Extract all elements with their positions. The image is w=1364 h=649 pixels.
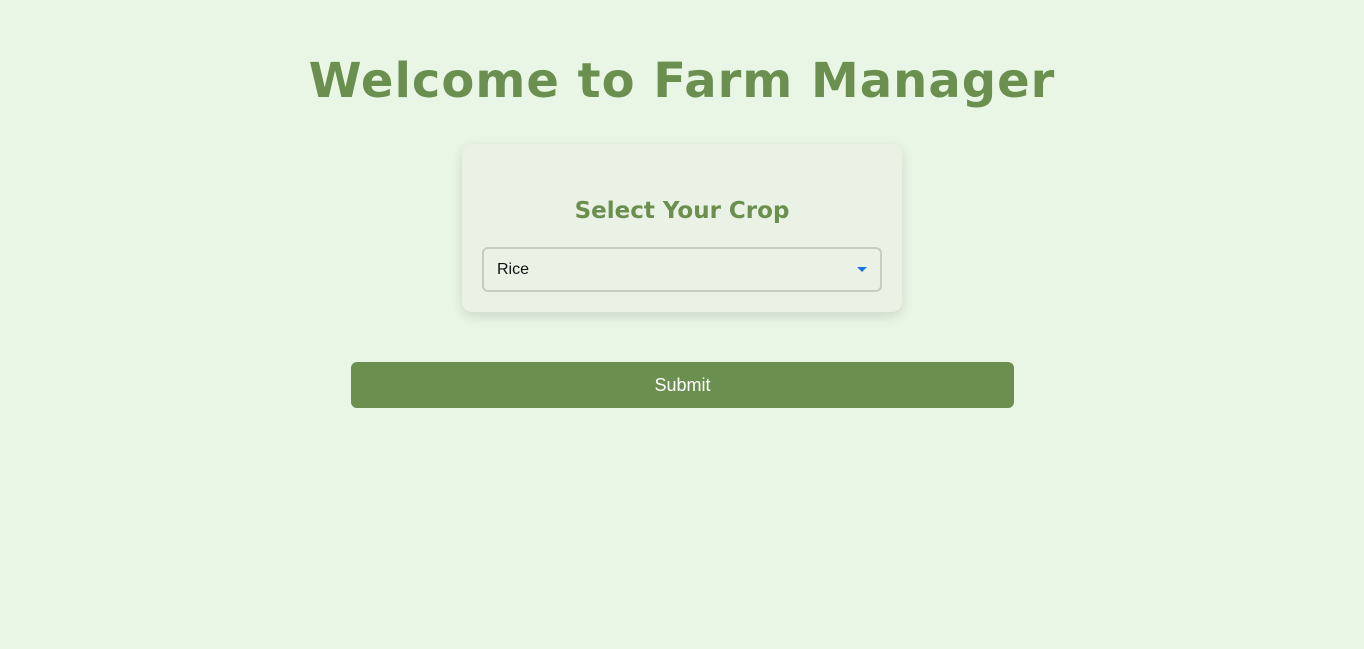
card-title: Select Your Crop [574, 198, 790, 224]
page-title: Welcome to Farm Manager [308, 53, 1056, 109]
crop-selection-card: Select Your Crop Rice [462, 144, 902, 312]
crop-select-value: Rice [497, 261, 530, 278]
chevron-down-icon [857, 267, 867, 272]
crop-select[interactable]: Rice [482, 247, 882, 292]
submit-button[interactable]: Submit [351, 362, 1014, 408]
